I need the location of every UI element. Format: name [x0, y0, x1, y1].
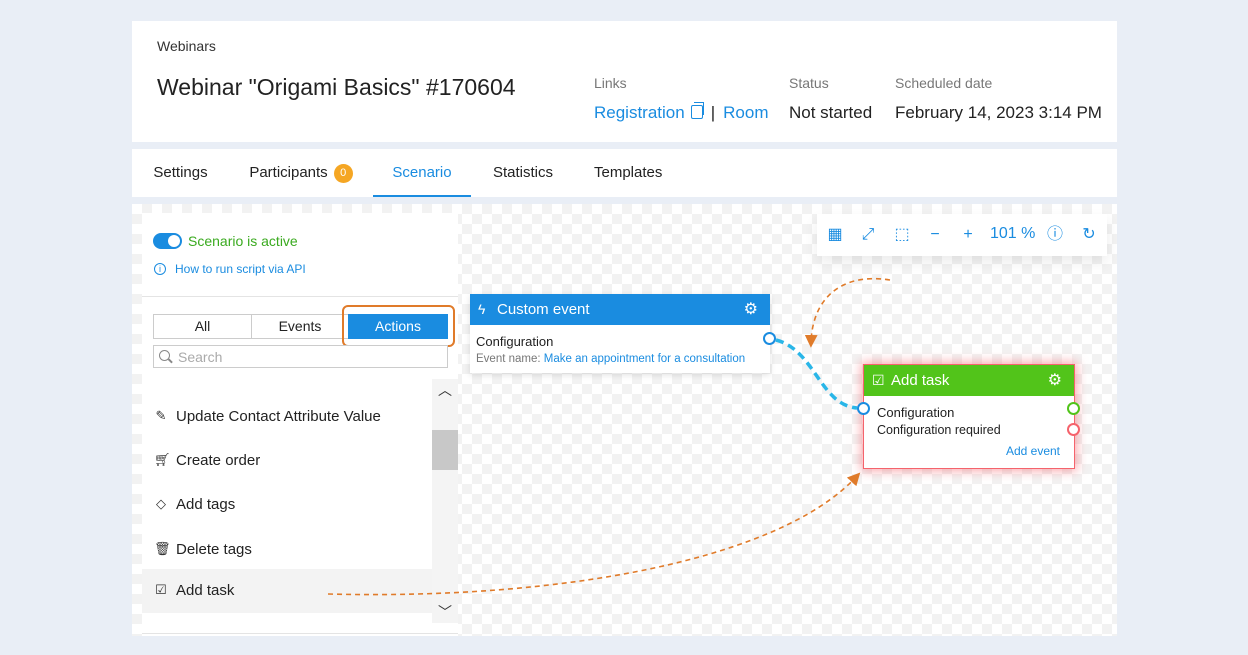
links-separator: | — [710, 103, 716, 122]
links-group: Registration | Room — [594, 102, 769, 123]
participants-count-badge: 0 — [333, 164, 353, 183]
status-label: Status — [789, 75, 829, 91]
tab-settings[interactable]: Settings — [153, 149, 208, 197]
event-name-row: Event name: Make an appointment for a co… — [476, 353, 745, 365]
add-task-node[interactable]: ☑ Add task ⚙ Configuration Configuration… — [863, 364, 1075, 469]
success-port[interactable] — [1067, 402, 1080, 415]
date-value: February 14, 2023 3:14 PM — [895, 103, 1102, 122]
filter-all[interactable]: All — [153, 314, 252, 339]
list-item-label: Add task — [176, 582, 235, 599]
list-item-label: Delete tags — [176, 541, 252, 558]
node-header[interactable]: ϟ Custom event ⚙ — [470, 294, 770, 325]
actions-panel: Scenario is active i How to run script v… — [142, 213, 458, 636]
zoom-level: 101 % — [990, 225, 1036, 242]
info-icon: i — [154, 263, 166, 275]
tab-scenario-label: Scenario — [392, 164, 452, 181]
tab-settings-label: Settings — [153, 164, 208, 181]
custom-event-node[interactable]: ϟ Custom event ⚙ Configuration Event nam… — [470, 294, 770, 373]
api-help-link[interactable]: How to run script via API — [175, 262, 306, 276]
edit-icon: ✎ — [155, 408, 167, 423]
registration-link[interactable]: Registration — [594, 103, 685, 122]
copy-icon[interactable] — [690, 102, 704, 119]
tab-statistics-label: Statistics — [493, 164, 554, 181]
divider — [142, 633, 458, 634]
list-item-label: Create order — [176, 452, 261, 469]
tab-participants[interactable]: Participants 0 — [248, 149, 354, 197]
config-required-text: Configuration required — [877, 423, 1001, 437]
node-title: Custom event — [497, 301, 590, 318]
action-list: ✎ Update Contact Attribute Value 🛒︎ Crea… — [142, 383, 432, 613]
search-box — [153, 345, 448, 368]
fullscreen-icon[interactable]: ⤢ — [858, 225, 878, 245]
list-item-label: Update Contact Attribute Value — [176, 408, 381, 425]
node-title: Add task — [891, 372, 950, 389]
tab-bar: Settings Participants 0 Scenario Statisti… — [132, 149, 1117, 197]
list-item-add-task[interactable]: ☑ Add task — [142, 569, 432, 613]
scroll-up-icon[interactable]: ︿ — [432, 379, 458, 401]
page-header: Webinars Webinar "Origami Basics" #17060… — [132, 21, 1117, 142]
search-icon — [159, 350, 170, 361]
tab-templates-label: Templates — [594, 164, 663, 181]
tab-participants-label: Participants — [249, 164, 328, 181]
breadcrumb[interactable]: Webinars — [157, 38, 216, 54]
node-header[interactable]: ☑ Add task ⚙ — [864, 365, 1074, 396]
output-port[interactable] — [763, 332, 776, 345]
scenario-active-toggle[interactable] — [153, 233, 182, 249]
search-input[interactable] — [178, 347, 443, 366]
room-link[interactable]: Room — [723, 103, 768, 122]
list-scrollbar[interactable]: ︿ ﹀ — [432, 379, 458, 623]
fit-icon[interactable]: ⬚ — [892, 225, 912, 245]
lightning-icon: ϟ — [478, 301, 486, 317]
history-icon[interactable]: ↻ — [1079, 225, 1099, 245]
date-label: Scheduled date — [895, 75, 993, 91]
cart-icon: 🛒︎ — [154, 452, 171, 467]
divider — [142, 296, 458, 297]
node-config-label: Configuration — [476, 334, 554, 349]
canvas-toolbar: ▦ ⤢ ⬚ − + 101 % ⓘ ↻ — [817, 214, 1107, 256]
scroll-thumb[interactable] — [432, 430, 458, 470]
task-check-icon: ☑ — [872, 372, 885, 388]
gear-icon[interactable]: ⚙ — [1048, 365, 1062, 396]
error-port[interactable] — [1067, 423, 1080, 436]
scenario-active-label: Scenario is active — [188, 233, 298, 249]
list-item-label: Add tags — [176, 496, 236, 513]
gear-icon[interactable]: ⚙ — [744, 294, 758, 325]
tab-statistics[interactable]: Statistics — [493, 149, 554, 197]
filter-events[interactable]: Events — [251, 314, 349, 339]
grid-icon[interactable]: ▦ — [825, 225, 845, 245]
status-value: Not started — [789, 103, 873, 122]
help-icon[interactable]: ⓘ — [1045, 225, 1065, 245]
tab-templates[interactable]: Templates — [594, 149, 662, 197]
tag-icon: ◇ — [156, 496, 166, 511]
links-label: Links — [594, 75, 627, 91]
input-port[interactable] — [857, 402, 870, 415]
list-item-delete-tags[interactable]: 🗑︎ Delete tags — [142, 528, 432, 572]
zoom-out-icon[interactable]: − — [925, 225, 945, 245]
node-config-label: Configuration — [877, 405, 955, 420]
task-check-icon: ☑ — [155, 582, 167, 597]
add-event-link[interactable]: Add event — [1006, 444, 1060, 458]
list-item-create-order[interactable]: 🛒︎ Create order — [142, 439, 432, 483]
tab-scenario[interactable]: Scenario — [373, 149, 471, 197]
event-name-label: Event name: — [476, 353, 541, 365]
filter-actions[interactable]: Actions — [348, 314, 448, 339]
trash-icon: 🗑︎ — [154, 541, 171, 556]
event-name-link[interactable]: Make an appointment for a consultation — [544, 353, 745, 365]
page-title: Webinar "Origami Basics" #170604 — [157, 74, 516, 100]
zoom-in-icon[interactable]: + — [958, 225, 978, 245]
list-item-update-contact-attribute[interactable]: ✎ Update Contact Attribute Value — [142, 395, 432, 439]
scroll-down-icon[interactable]: ﹀ — [432, 601, 458, 623]
list-item-add-tags[interactable]: ◇ Add tags — [142, 483, 432, 527]
